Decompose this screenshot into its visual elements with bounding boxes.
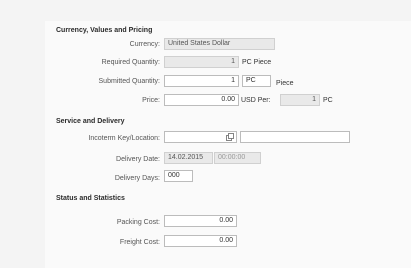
submitted-quantity-label: Submitted Quantity: <box>98 78 160 85</box>
required-quantity-field: 1 <box>164 56 239 68</box>
submitted-quantity-unit-input[interactable]: PC <box>242 75 271 87</box>
required-quantity-label: Required Quantity: <box>101 59 160 66</box>
incoterm-label: Incoterm Key/Location: <box>88 135 160 142</box>
packing-cost-input[interactable]: 0.00 <box>164 215 237 227</box>
currency-field: United States Dollar <box>164 38 275 50</box>
price-input[interactable]: 0.00 <box>164 94 239 106</box>
delivery-days-input[interactable]: 000 <box>164 170 193 182</box>
price-label: Price: <box>142 97 160 104</box>
submitted-quantity-input[interactable]: 1 <box>164 75 239 87</box>
section-title-currency: Currency, Values and Pricing <box>56 27 153 34</box>
section-title-status: Status and Statistics <box>56 195 125 202</box>
currency-label: Currency: <box>129 41 160 48</box>
delivery-date-label: Delivery Date: <box>116 156 160 163</box>
delivery-days-label: Delivery Days: <box>114 175 160 182</box>
price-per-text: USD Per: <box>241 97 271 104</box>
required-quantity-unit: PC Piece <box>242 59 272 66</box>
delivery-time-field: 00:00:00 <box>214 152 261 164</box>
per-quantity-field: 1 <box>280 94 320 106</box>
section-title-service: Service and Delivery <box>56 118 125 125</box>
packing-cost-label: Packing Cost: <box>116 219 160 226</box>
delivery-date-field: 14.02.2015 <box>164 152 213 164</box>
freight-cost-label: Freight Cost: <box>119 239 160 246</box>
incoterm-location-input[interactable] <box>240 131 350 143</box>
submitted-quantity-unit-text: Piece <box>276 80 294 87</box>
freight-cost-input[interactable]: 0.00 <box>164 235 237 247</box>
top-strip <box>45 0 411 21</box>
value-help-icon[interactable] <box>226 133 234 141</box>
per-unit-text: PC <box>323 97 333 104</box>
